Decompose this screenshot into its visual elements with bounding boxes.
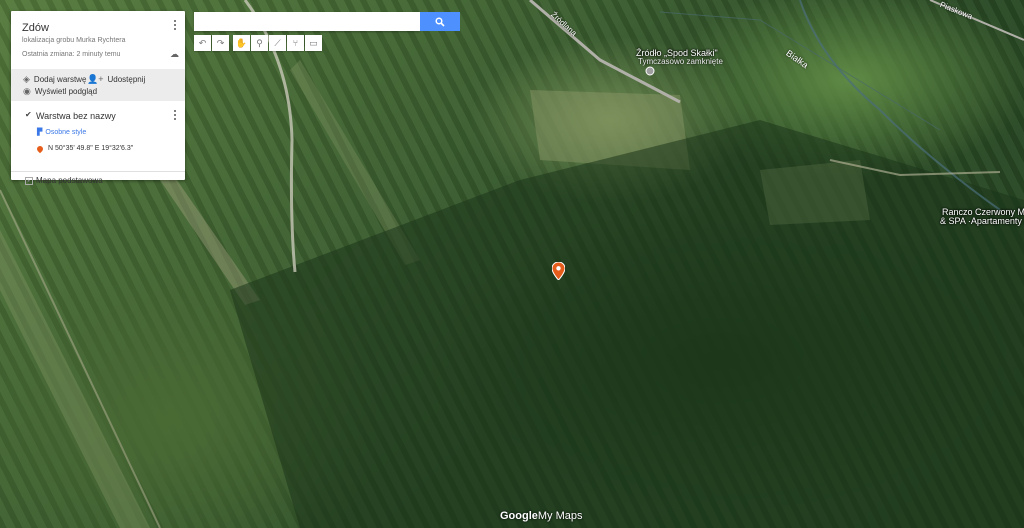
point-coordinates: N 50°35' 49.8" E 19°32'6.3" xyxy=(48,145,134,152)
spring-status-label: Tymczasowo zamknięte xyxy=(638,57,723,66)
layer-options-icon[interactable] xyxy=(171,110,179,122)
chevron-right-icon[interactable]: ▸ xyxy=(25,177,33,185)
cloud-saved-icon: ☁ xyxy=(170,49,179,59)
last-change-text: Ostatnia zmiana: 2 minuty temu xyxy=(22,51,121,58)
directions-icon[interactable]: ⑂ xyxy=(287,35,304,51)
line-icon[interactable]: ⟋ xyxy=(269,35,286,51)
individual-styles-label: Osobne style xyxy=(45,128,87,136)
hand-icon[interactable]: ✋ xyxy=(233,35,250,51)
ruler-icon[interactable]: ▭ xyxy=(305,35,322,51)
map-title[interactable]: Zdów xyxy=(22,22,49,34)
base-map-label[interactable]: Mapa podstawowa xyxy=(36,176,103,185)
eye-icon: ◉ xyxy=(23,86,31,96)
layer-name[interactable]: Warstwa bez nazwy xyxy=(36,111,116,121)
paint-roller-icon: ▛ xyxy=(37,129,43,136)
preview-button[interactable]: ◉ Wyświetl podgląd xyxy=(23,86,97,97)
panel-header: Zdów lokalizacja grobu Murka Rychtera Os… xyxy=(11,11,185,69)
redo-icon[interactable]: ↷ xyxy=(212,35,229,51)
add-layer-label: Dodaj warstwę xyxy=(33,75,87,84)
preview-label: Wyświetl podgląd xyxy=(34,87,98,96)
map-description[interactable]: lokalizacja grobu Murka Rychtera xyxy=(22,37,126,44)
search-input[interactable] xyxy=(194,12,420,31)
layer-section: ✔ Warstwa bez nazwy ▛ Osobne style N 50°… xyxy=(11,101,185,172)
map-options-icon[interactable] xyxy=(171,20,179,32)
layer-point-item[interactable]: N 50°35' 49.8" E 19°32'6.3" xyxy=(35,144,134,153)
undo-icon[interactable]: ↶ xyxy=(194,35,211,51)
add-layer-button[interactable]: ◈ Dodaj warstwę xyxy=(23,74,86,85)
share-button[interactable]: 👤+ Udostępnij xyxy=(87,74,145,85)
logo-google: Google xyxy=(500,510,538,522)
share-label: Udostępnij xyxy=(107,75,146,84)
logo-product: My Maps xyxy=(537,510,583,522)
map-pin-icon xyxy=(35,144,45,153)
hotel-label-line2[interactable]: & SPA ·Apartamenty z xyxy=(940,216,1024,226)
layer-checkbox[interactable]: ✔ xyxy=(25,111,32,119)
add-person-icon: 👤+ xyxy=(87,74,104,84)
location-marker[interactable] xyxy=(551,261,566,281)
individual-styles-link[interactable]: ▛ Osobne style xyxy=(37,128,87,137)
map-panel: Zdów lokalizacja grobu Murka Rychtera Os… xyxy=(11,11,185,185)
layers-icon: ◈ xyxy=(23,74,30,84)
map-pin-icon xyxy=(551,261,566,281)
google-my-maps-logo: GoogleMy Maps xyxy=(500,510,583,522)
panel-actions: ◈ Dodaj warstwę 👤+ Udostępnij ◉ Wyświetl… xyxy=(11,69,185,101)
search-icon xyxy=(435,16,445,27)
base-map-row: ▸ Mapa podstawowa xyxy=(11,172,185,191)
marker-icon[interactable]: ⚲ xyxy=(251,35,268,51)
search-button[interactable] xyxy=(420,12,460,31)
map-toolbar: ↶ ↷ ✋ ⚲ ⟋ ⑂ ▭ xyxy=(194,35,322,51)
